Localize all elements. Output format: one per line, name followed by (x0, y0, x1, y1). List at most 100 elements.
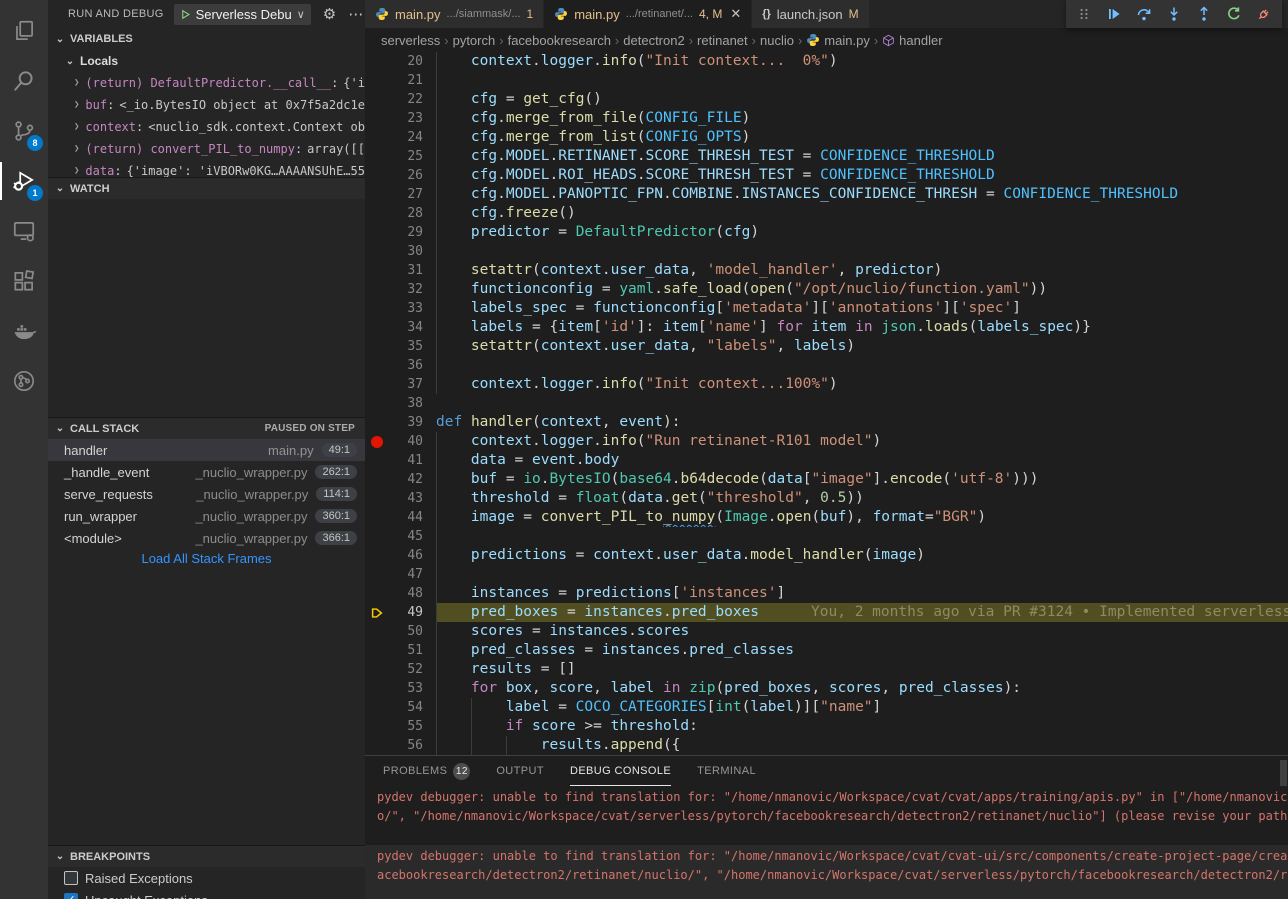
line-content[interactable]: context.logger.info("Init context... 0%"… (436, 52, 1288, 71)
line-number[interactable]: 27 (389, 185, 423, 204)
line-number[interactable]: 21 (389, 71, 423, 90)
breadcrumb-item-serverless[interactable]: serverless (381, 33, 440, 48)
line-content[interactable]: cfg = get_cfg() (436, 90, 1288, 109)
variables-scope-locals[interactable]: ⌄ Locals (48, 50, 365, 72)
breakpoint-raised-exceptions[interactable]: Raised Exceptions (48, 867, 365, 889)
breakpoint-margin[interactable] (365, 660, 389, 679)
breakpoint-margin[interactable] (365, 337, 389, 356)
breakpoint-margin[interactable] (365, 679, 389, 698)
variables-header[interactable]: ⌄ VARIABLES (48, 28, 365, 50)
line-number[interactable]: 53 (389, 679, 423, 698)
activity-bar-item-remote-explorer[interactable] (0, 206, 48, 256)
breakpoint-margin[interactable] (365, 736, 389, 755)
activity-bar-item-git-graph[interactable] (0, 356, 48, 406)
line-content[interactable]: cfg.merge_from_list(CONFIG_OPTS) (436, 128, 1288, 147)
breakpoint-margin[interactable] (365, 489, 389, 508)
line-number[interactable]: 43 (389, 489, 423, 508)
breakpoint-margin[interactable] (365, 622, 389, 641)
variable-row[interactable]: ❯buf:<_io.BytesIO object at 0x7f5a2dc1ec… (48, 94, 365, 116)
line-content[interactable]: image = convert_PIL_to_numpy(Image.open(… (436, 508, 1288, 527)
chevron-right-icon[interactable]: ❯ (74, 100, 79, 110)
breakpoint-icon[interactable] (365, 432, 389, 451)
chevron-right-icon[interactable]: ❯ (74, 78, 79, 88)
gear-icon[interactable]: ⚙ (323, 5, 336, 23)
breakpoint-margin[interactable] (365, 375, 389, 394)
line-number[interactable]: 44 (389, 508, 423, 527)
more-actions-icon[interactable]: ⋯ (348, 5, 363, 23)
code-editor[interactable]: 20context.logger.info("Init context... 0… (365, 52, 1288, 755)
load-all-stack-frames-link[interactable]: Load All Stack Frames (48, 551, 365, 566)
line-number[interactable]: 40 (389, 432, 423, 451)
line-number[interactable]: 25 (389, 147, 423, 166)
line-number[interactable]: 41 (389, 451, 423, 470)
line-content[interactable]: pred_boxes = instances.pred_boxesYou, 2 … (436, 603, 1288, 622)
checkbox-unchecked[interactable] (64, 871, 78, 885)
line-number[interactable]: 45 (389, 527, 423, 546)
line-content[interactable]: buf = io.BytesIO(base64.b64decode(data["… (436, 470, 1288, 489)
line-content[interactable] (436, 394, 1288, 413)
breakpoint-margin[interactable] (365, 242, 389, 261)
line-content[interactable]: context.logger.info("Init context...100%… (436, 375, 1288, 394)
breakpoint-margin[interactable] (365, 185, 389, 204)
launch-config-label[interactable]: Serverless Debu (196, 7, 292, 22)
line-number[interactable]: 49 (389, 603, 423, 622)
step-out-button[interactable] (1196, 6, 1212, 22)
chevron-right-icon[interactable]: ❯ (74, 166, 79, 176)
current-frame-icon[interactable] (365, 603, 389, 622)
line-content[interactable] (436, 527, 1288, 546)
breakpoint-margin[interactable] (365, 166, 389, 185)
breakpoint-margin[interactable] (365, 394, 389, 413)
line-number[interactable]: 23 (389, 109, 423, 128)
editor-tab-main.py[interactable]: main.py.../siammask/...1 (365, 0, 544, 28)
line-number[interactable]: 38 (389, 394, 423, 413)
call-stack-frame[interactable]: serve_requests_nuclio_wrapper.py114:1 (48, 483, 365, 505)
line-number[interactable]: 47 (389, 565, 423, 584)
line-content[interactable] (436, 71, 1288, 90)
step-over-button[interactable] (1136, 6, 1152, 22)
call-stack-frame[interactable]: run_wrapper_nuclio_wrapper.py360:1 (48, 505, 365, 527)
breakpoint-margin[interactable] (365, 527, 389, 546)
activity-bar-item-run-and-debug[interactable]: 1 (0, 156, 48, 206)
line-content[interactable]: scores = instances.scores (436, 622, 1288, 641)
line-content[interactable]: context.logger.info("Run retinanet-R101 … (436, 432, 1288, 451)
activity-bar-item-docker[interactable] (0, 306, 48, 356)
line-number[interactable]: 46 (389, 546, 423, 565)
call-stack-frame[interactable]: handlermain.py49:1 (48, 439, 365, 461)
call-stack-frame[interactable]: <module>_nuclio_wrapper.py366:1 (48, 527, 365, 549)
breakpoint-margin[interactable] (365, 717, 389, 736)
breakpoint-margin[interactable] (365, 109, 389, 128)
breakpoint-margin[interactable] (365, 280, 389, 299)
launch-config-dropdown[interactable]: Serverless Debu ∨ (174, 4, 311, 25)
line-content[interactable] (436, 565, 1288, 584)
line-content[interactable]: cfg.MODEL.PANOPTIC_FPN.COMBINE.INSTANCES… (436, 185, 1288, 204)
disconnect-button[interactable] (1256, 6, 1272, 22)
breakpoint-margin[interactable] (365, 204, 389, 223)
line-number[interactable]: 29 (389, 223, 423, 242)
scrollbar-thumb[interactable] (1280, 760, 1287, 786)
line-content[interactable]: setattr(context.user_data, 'model_handle… (436, 261, 1288, 280)
line-content[interactable] (436, 356, 1288, 375)
line-number[interactable]: 50 (389, 622, 423, 641)
breakpoint-margin[interactable] (365, 508, 389, 527)
line-number[interactable]: 24 (389, 128, 423, 147)
line-number[interactable]: 28 (389, 204, 423, 223)
activity-bar-item-extensions[interactable] (0, 256, 48, 306)
line-content[interactable]: if score >= threshold: (436, 717, 1288, 736)
continue-button[interactable] (1106, 6, 1122, 22)
line-content[interactable]: def handler(context, event): (436, 413, 1288, 432)
breakpoint-margin[interactable] (365, 223, 389, 242)
line-number[interactable]: 56 (389, 736, 423, 755)
breadcrumb-item-pytorch[interactable]: pytorch (453, 33, 496, 48)
line-number[interactable]: 34 (389, 318, 423, 337)
line-number[interactable]: 35 (389, 337, 423, 356)
breadcrumb-item-nuclio[interactable]: nuclio (760, 33, 794, 48)
line-content[interactable]: for box, score, label in zip(pred_boxes,… (436, 679, 1288, 698)
variable-row[interactable]: ❯data:{'image': 'iVBORw0KG…AAAANSUhE…55 (48, 160, 365, 177)
variable-row[interactable]: ❯context:<nuclio_sdk.context.Context obj… (48, 116, 365, 138)
line-number[interactable]: 52 (389, 660, 423, 679)
breakpoint-margin[interactable] (365, 546, 389, 565)
call-stack-header[interactable]: ⌄ CALL STACK PAUSED ON STEP (48, 417, 365, 439)
breadcrumb-item-handler[interactable]: handler (882, 33, 942, 48)
line-content[interactable]: labels = {item['id']: item['name'] for i… (436, 318, 1288, 337)
line-content[interactable]: pred_classes = instances.pred_classes (436, 641, 1288, 660)
